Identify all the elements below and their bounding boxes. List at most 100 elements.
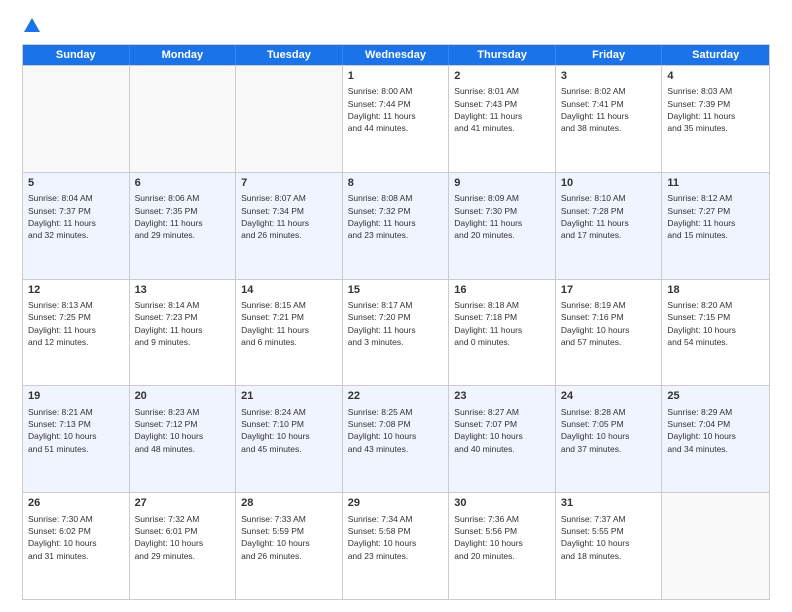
day-number: 7 [241,176,337,191]
calendar-cell: 19Sunrise: 8:21 AMSunset: 7:13 PMDayligh… [23,386,130,492]
calendar-cell: 16Sunrise: 8:18 AMSunset: 7:18 PMDayligh… [449,280,556,386]
calendar-cell [23,66,130,172]
page: SundayMondayTuesdayWednesdayThursdayFrid… [0,0,792,612]
calendar-cell [662,493,769,599]
day-number: 17 [561,283,657,298]
day-info: Sunrise: 8:06 AMSunset: 7:35 PMDaylight:… [135,192,231,241]
day-info: Sunrise: 8:17 AMSunset: 7:20 PMDaylight:… [348,299,444,348]
day-info: Sunrise: 8:00 AMSunset: 7:44 PMDaylight:… [348,85,444,134]
day-info: Sunrise: 8:10 AMSunset: 7:28 PMDaylight:… [561,192,657,241]
day-info: Sunrise: 8:19 AMSunset: 7:16 PMDaylight:… [561,299,657,348]
day-number: 26 [28,496,124,511]
calendar-cell: 30 Sunrise: 7:36 AMSunset: 5:56 PMDayligh… [449,493,556,599]
day-number: 29 [348,496,444,511]
day-info: Sunrise: 7:33 AMSunset: 5:59 PMDaylight:… [241,513,337,562]
calendar-cell: 15Sunrise: 8:17 AMSunset: 7:20 PMDayligh… [343,280,450,386]
calendar-cell: 1Sunrise: 8:00 AMSunset: 7:44 PMDaylight… [343,66,450,172]
calendar-cell: 17Sunrise: 8:19 AMSunset: 7:16 PMDayligh… [556,280,663,386]
header-day-monday: Monday [130,45,237,65]
day-info: Sunrise: 8:01 AMSunset: 7:43 PMDaylight:… [454,85,550,134]
day-number: 1 [348,69,444,84]
day-number: 12 [28,283,124,298]
logo-triangle-icon [24,18,40,32]
day-info: Sunrise: 7:36 AMSunset: 5:56 PMDaylight:… [454,513,550,562]
day-info: Sunrise: 8:02 AMSunset: 7:41 PMDaylight:… [561,85,657,134]
header [22,18,770,34]
day-number: 21 [241,389,337,404]
day-number: 19 [28,389,124,404]
day-info: Sunrise: 7:34 AMSunset: 5:58 PMDaylight:… [348,513,444,562]
calendar-row-2: 12Sunrise: 8:13 AMSunset: 7:25 PMDayligh… [23,279,769,386]
day-info: Sunrise: 7:37 AMSunset: 5:55 PMDaylight:… [561,513,657,562]
day-number: 18 [667,283,764,298]
day-info: Sunrise: 8:12 AMSunset: 7:27 PMDaylight:… [667,192,764,241]
logo-text [22,18,40,34]
day-number: 22 [348,389,444,404]
calendar-cell: 24 Sunrise: 8:28 AMSunset: 7:05 PMDayligh… [556,386,663,492]
day-number: 23 [454,389,550,404]
header-day-saturday: Saturday [662,45,769,65]
calendar-header: SundayMondayTuesdayWednesdayThursdayFrid… [23,45,769,65]
header-day-sunday: Sunday [23,45,130,65]
calendar-cell [130,66,237,172]
calendar-body: 1Sunrise: 8:00 AMSunset: 7:44 PMDaylight… [23,65,769,599]
calendar-cell: 14Sunrise: 8:15 AMSunset: 7:21 PMDayligh… [236,280,343,386]
day-number: 9 [454,176,550,191]
day-number: 24 [561,389,657,404]
calendar-cell: 10Sunrise: 8:10 AMSunset: 7:28 PMDayligh… [556,173,663,279]
calendar-row-1: 5Sunrise: 8:04 AMSunset: 7:37 PMDaylight… [23,172,769,279]
day-number: 2 [454,69,550,84]
calendar-cell: 11Sunrise: 8:12 AMSunset: 7:27 PMDayligh… [662,173,769,279]
calendar-cell: 31 Sunrise: 7:37 AMSunset: 5:55 PMDayligh… [556,493,663,599]
day-number: 13 [135,283,231,298]
day-info: Sunrise: 8:13 AMSunset: 7:25 PMDaylight:… [28,299,124,348]
day-number: 3 [561,69,657,84]
calendar-cell: 25 Sunrise: 8:29 AMSunset: 7:04 PMDayligh… [662,386,769,492]
calendar-cell: 22 Sunrise: 8:25 AMSunset: 7:08 PMDayligh… [343,386,450,492]
header-day-tuesday: Tuesday [236,45,343,65]
calendar-cell: 28 Sunrise: 7:33 AMSunset: 5:59 PMDayligh… [236,493,343,599]
day-info: Sunrise: 8:07 AMSunset: 7:34 PMDaylight:… [241,192,337,241]
day-number: 16 [454,283,550,298]
calendar-cell: 3Sunrise: 8:02 AMSunset: 7:41 PMDaylight… [556,66,663,172]
day-info: Sunrise: 8:29 AMSunset: 7:04 PMDaylight:… [667,406,764,455]
day-info: Sunrise: 8:24 AMSunset: 7:10 PMDaylight:… [241,406,337,455]
day-number: 10 [561,176,657,191]
day-number: 25 [667,389,764,404]
calendar-cell: 20Sunrise: 8:23 AMSunset: 7:12 PMDayligh… [130,386,237,492]
day-number: 28 [241,496,337,511]
header-day-friday: Friday [556,45,663,65]
day-info: Sunrise: 8:03 AMSunset: 7:39 PMDaylight:… [667,85,764,134]
day-number: 4 [667,69,764,84]
day-number: 31 [561,496,657,511]
day-number: 5 [28,176,124,191]
day-info: Sunrise: 7:30 AMSunset: 6:02 PMDaylight:… [28,513,124,562]
calendar-cell: 29 Sunrise: 7:34 AMSunset: 5:58 PMDayligh… [343,493,450,599]
calendar-cell: 6Sunrise: 8:06 AMSunset: 7:35 PMDaylight… [130,173,237,279]
day-number: 30 [454,496,550,511]
day-info: Sunrise: 8:25 AMSunset: 7:08 PMDaylight:… [348,406,444,455]
calendar-row-0: 1Sunrise: 8:00 AMSunset: 7:44 PMDaylight… [23,65,769,172]
calendar-cell: 18Sunrise: 8:20 AMSunset: 7:15 PMDayligh… [662,280,769,386]
day-info: Sunrise: 8:27 AMSunset: 7:07 PMDaylight:… [454,406,550,455]
day-info: Sunrise: 7:32 AMSunset: 6:01 PMDaylight:… [135,513,231,562]
calendar-cell [236,66,343,172]
calendar: SundayMondayTuesdayWednesdayThursdayFrid… [22,44,770,600]
day-info: Sunrise: 8:14 AMSunset: 7:23 PMDaylight:… [135,299,231,348]
calendar-cell: 13Sunrise: 8:14 AMSunset: 7:23 PMDayligh… [130,280,237,386]
calendar-cell: 9Sunrise: 8:09 AMSunset: 7:30 PMDaylight… [449,173,556,279]
calendar-cell: 4Sunrise: 8:03 AMSunset: 7:39 PMDaylight… [662,66,769,172]
calendar-row-4: 26 Sunrise: 7:30 AMSunset: 6:02 PMDayligh… [23,492,769,599]
calendar-cell: 5Sunrise: 8:04 AMSunset: 7:37 PMDaylight… [23,173,130,279]
day-number: 27 [135,496,231,511]
day-number: 8 [348,176,444,191]
day-number: 20 [135,389,231,404]
calendar-cell: 7Sunrise: 8:07 AMSunset: 7:34 PMDaylight… [236,173,343,279]
calendar-cell: 8Sunrise: 8:08 AMSunset: 7:32 PMDaylight… [343,173,450,279]
day-info: Sunrise: 8:09 AMSunset: 7:30 PMDaylight:… [454,192,550,241]
calendar-cell: 23 Sunrise: 8:27 AMSunset: 7:07 PMDayligh… [449,386,556,492]
calendar-cell: 21 Sunrise: 8:24 AMSunset: 7:10 PMDayligh… [236,386,343,492]
day-number: 11 [667,176,764,191]
day-number: 14 [241,283,337,298]
day-info: Sunrise: 8:28 AMSunset: 7:05 PMDaylight:… [561,406,657,455]
